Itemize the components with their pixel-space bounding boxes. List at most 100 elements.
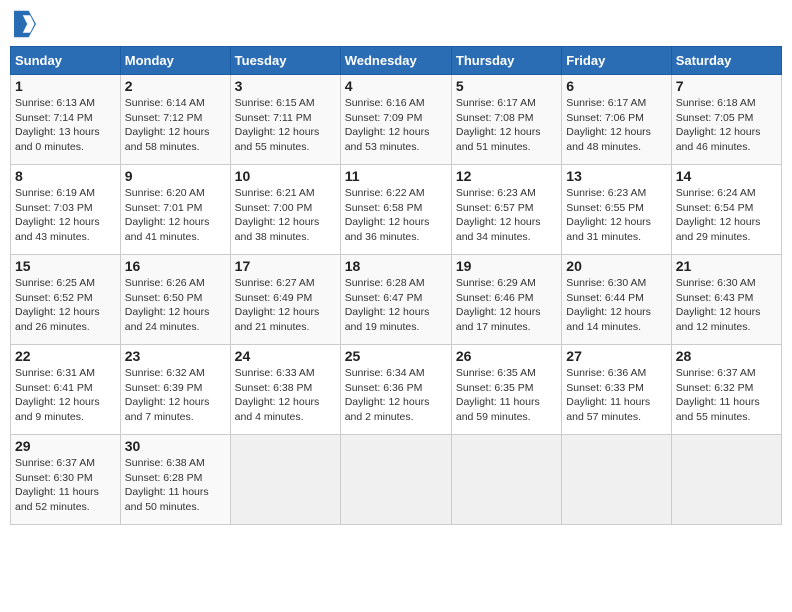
calendar-cell: 19Sunrise: 6:29 AMSunset: 6:46 PMDayligh… — [451, 255, 561, 345]
calendar-cell: 21 Sunrise: 6:30 AMSunset: 6:43 PMDayligh… — [671, 255, 781, 345]
day-number: 3 — [235, 78, 336, 94]
day-number: 12 — [456, 168, 557, 184]
calendar-cell — [671, 435, 781, 525]
calendar-header-row: SundayMondayTuesdayWednesdayThursdayFrid… — [11, 47, 782, 75]
day-detail: Sunrise: 6:34 AMSunset: 6:36 PMDaylight:… — [345, 367, 430, 423]
calendar-cell: 2Sunrise: 6:14 AMSunset: 7:12 PMDaylight… — [120, 75, 230, 165]
calendar-cell: 22 Sunrise: 6:31 AMSunset: 6:41 PMDayligh… — [11, 345, 121, 435]
day-detail: Sunrise: 6:18 AMSunset: 7:05 PMDaylight:… — [676, 97, 761, 153]
day-detail: Sunrise: 6:30 AMSunset: 6:44 PMDaylight:… — [566, 277, 651, 333]
day-number: 13 — [566, 168, 666, 184]
calendar-cell: 17 Sunrise: 6:27 AMSunset: 6:49 PMDayligh… — [230, 255, 340, 345]
calendar-cell: 16 Sunrise: 6:26 AMSunset: 6:50 PMDayligh… — [120, 255, 230, 345]
day-detail: Sunrise: 6:21 AMSunset: 7:00 PMDaylight:… — [235, 187, 320, 243]
calendar-cell: 10 Sunrise: 6:21 AMSunset: 7:00 PMDayligh… — [230, 165, 340, 255]
day-detail: Sunrise: 6:20 AMSunset: 7:01 PMDaylight:… — [125, 187, 210, 243]
day-number: 8 — [15, 168, 116, 184]
day-header-friday: Friday — [562, 47, 671, 75]
day-detail: Sunrise: 6:25 AMSunset: 6:52 PMDaylight:… — [15, 277, 100, 333]
calendar-cell — [451, 435, 561, 525]
day-number: 27 — [566, 348, 666, 364]
calendar-week-row: 8 Sunrise: 6:19 AMSunset: 7:03 PMDaylight… — [11, 165, 782, 255]
calendar-cell: 25 Sunrise: 6:34 AMSunset: 6:36 PMDayligh… — [340, 345, 451, 435]
day-header-tuesday: Tuesday — [230, 47, 340, 75]
day-number: 2 — [125, 78, 226, 94]
calendar-week-row: 1 Sunrise: 6:13 AMSunset: 7:14 PMDaylight… — [11, 75, 782, 165]
day-detail: Sunrise: 6:15 AMSunset: 7:11 PMDaylight:… — [235, 97, 320, 153]
day-number: 4 — [345, 78, 447, 94]
calendar-cell: 1 Sunrise: 6:13 AMSunset: 7:14 PMDaylight… — [11, 75, 121, 165]
calendar-cell: 4Sunrise: 6:16 AMSunset: 7:09 PMDaylight… — [340, 75, 451, 165]
calendar-cell: 28 Sunrise: 6:37 AMSunset: 6:32 PMDayligh… — [671, 345, 781, 435]
day-number: 30 — [125, 438, 226, 454]
calendar-cell: 24 Sunrise: 6:33 AMSunset: 6:38 PMDayligh… — [230, 345, 340, 435]
day-number: 5 — [456, 78, 557, 94]
day-detail: Sunrise: 6:33 AMSunset: 6:38 PMDaylight:… — [235, 367, 320, 423]
calendar-cell: 5 Sunrise: 6:17 AMSunset: 7:08 PMDaylight… — [451, 75, 561, 165]
day-detail: Sunrise: 6:38 AMSunset: 6:28 PMDaylight:… — [125, 457, 209, 513]
day-detail: Sunrise: 6:27 AMSunset: 6:49 PMDaylight:… — [235, 277, 320, 333]
day-detail: Sunrise: 6:32 AMSunset: 6:39 PMDaylight:… — [125, 367, 210, 423]
logo-icon — [14, 10, 36, 38]
calendar-cell: 9 Sunrise: 6:20 AMSunset: 7:01 PMDaylight… — [120, 165, 230, 255]
calendar-cell: 30 Sunrise: 6:38 AMSunset: 6:28 PMDayligh… — [120, 435, 230, 525]
calendar-cell: 6Sunrise: 6:17 AMSunset: 7:06 PMDaylight… — [562, 75, 671, 165]
day-number: 26 — [456, 348, 557, 364]
calendar-cell: 12 Sunrise: 6:23 AMSunset: 6:57 PMDayligh… — [451, 165, 561, 255]
day-detail: Sunrise: 6:35 AMSunset: 6:35 PMDaylight:… — [456, 367, 540, 423]
day-number: 17 — [235, 258, 336, 274]
calendar-cell — [562, 435, 671, 525]
calendar-cell: 3 Sunrise: 6:15 AMSunset: 7:11 PMDaylight… — [230, 75, 340, 165]
day-number: 29 — [15, 438, 116, 454]
page-header — [10, 10, 782, 38]
day-detail: Sunrise: 6:23 AMSunset: 6:57 PMDaylight:… — [456, 187, 541, 243]
day-number: 1 — [15, 78, 116, 94]
calendar-cell: 18Sunrise: 6:28 AMSunset: 6:47 PMDayligh… — [340, 255, 451, 345]
day-number: 23 — [125, 348, 226, 364]
day-number: 25 — [345, 348, 447, 364]
day-detail: Sunrise: 6:30 AMSunset: 6:43 PMDaylight:… — [676, 277, 761, 333]
day-detail: Sunrise: 6:31 AMSunset: 6:41 PMDaylight:… — [15, 367, 100, 423]
day-number: 20 — [566, 258, 666, 274]
day-detail: Sunrise: 6:24 AMSunset: 6:54 PMDaylight:… — [676, 187, 761, 243]
calendar-cell: 11Sunrise: 6:22 AMSunset: 6:58 PMDayligh… — [340, 165, 451, 255]
day-number: 28 — [676, 348, 777, 364]
day-detail: Sunrise: 6:23 AMSunset: 6:55 PMDaylight:… — [566, 187, 651, 243]
day-number: 16 — [125, 258, 226, 274]
day-detail: Sunrise: 6:37 AMSunset: 6:32 PMDaylight:… — [676, 367, 760, 423]
day-header-monday: Monday — [120, 47, 230, 75]
day-number: 14 — [676, 168, 777, 184]
day-number: 24 — [235, 348, 336, 364]
day-detail: Sunrise: 6:13 AMSunset: 7:14 PMDaylight:… — [15, 97, 100, 153]
day-number: 7 — [676, 78, 777, 94]
calendar-table: SundayMondayTuesdayWednesdayThursdayFrid… — [10, 46, 782, 525]
day-number: 18 — [345, 258, 447, 274]
day-detail: Sunrise: 6:17 AMSunset: 7:06 PMDaylight:… — [566, 97, 651, 153]
calendar-cell: 15 Sunrise: 6:25 AMSunset: 6:52 PMDayligh… — [11, 255, 121, 345]
day-header-saturday: Saturday — [671, 47, 781, 75]
day-header-thursday: Thursday — [451, 47, 561, 75]
day-detail: Sunrise: 6:17 AMSunset: 7:08 PMDaylight:… — [456, 97, 541, 153]
calendar-cell: 20 Sunrise: 6:30 AMSunset: 6:44 PMDayligh… — [562, 255, 671, 345]
calendar-cell: 8 Sunrise: 6:19 AMSunset: 7:03 PMDaylight… — [11, 165, 121, 255]
day-number: 10 — [235, 168, 336, 184]
calendar-cell: 26 Sunrise: 6:35 AMSunset: 6:35 PMDayligh… — [451, 345, 561, 435]
calendar-cell: 14 Sunrise: 6:24 AMSunset: 6:54 PMDayligh… — [671, 165, 781, 255]
day-detail: Sunrise: 6:37 AMSunset: 6:30 PMDaylight:… — [15, 457, 99, 513]
logo — [14, 10, 38, 38]
day-number: 15 — [15, 258, 116, 274]
calendar-cell — [340, 435, 451, 525]
calendar-week-row: 29 Sunrise: 6:37 AMSunset: 6:30 PMDayligh… — [11, 435, 782, 525]
calendar-week-row: 15 Sunrise: 6:25 AMSunset: 6:52 PMDayligh… — [11, 255, 782, 345]
day-detail: Sunrise: 6:36 AMSunset: 6:33 PMDaylight:… — [566, 367, 650, 423]
day-number: 22 — [15, 348, 116, 364]
day-number: 11 — [345, 168, 447, 184]
day-detail: Sunrise: 6:19 AMSunset: 7:03 PMDaylight:… — [15, 187, 100, 243]
day-detail: Sunrise: 6:29 AMSunset: 6:46 PMDaylight:… — [456, 277, 541, 333]
day-number: 9 — [125, 168, 226, 184]
calendar-cell: 7 Sunrise: 6:18 AMSunset: 7:05 PMDaylight… — [671, 75, 781, 165]
calendar-cell: 27 Sunrise: 6:36 AMSunset: 6:33 PMDayligh… — [562, 345, 671, 435]
day-detail: Sunrise: 6:26 AMSunset: 6:50 PMDaylight:… — [125, 277, 210, 333]
day-header-sunday: Sunday — [11, 47, 121, 75]
day-number: 21 — [676, 258, 777, 274]
